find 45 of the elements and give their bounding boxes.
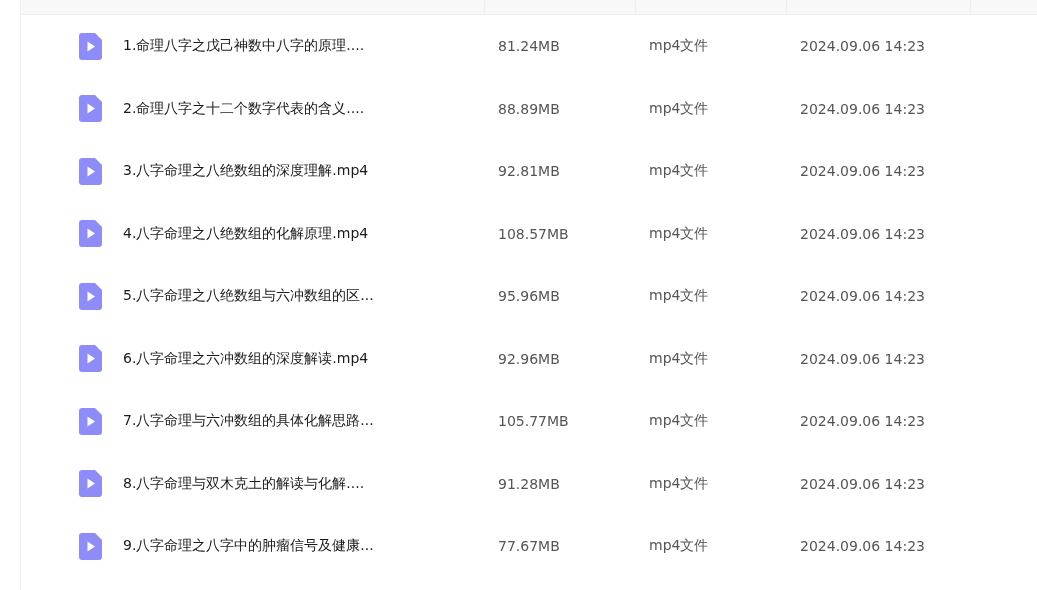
video-file-icon <box>79 157 102 185</box>
modified-date: 2024.09.06 14:23 <box>799 288 925 305</box>
file-size: 77.67MB <box>497 538 560 555</box>
file-name[interactable]: 2.命理八字之十二个数字代表的含义.... <box>123 99 365 118</box>
video-file-icon <box>79 282 102 310</box>
file-type: mp4文件 <box>648 37 709 56</box>
file-name[interactable]: 3.八字命理之八绝数组的深度理解.mp4 <box>123 162 369 181</box>
file-size: 81.24MB <box>497 38 560 55</box>
modified-date: 2024.09.06 14:23 <box>799 163 925 180</box>
file-type: mp4文件 <box>648 99 709 118</box>
modified-date: 2024.09.06 14:23 <box>799 475 925 492</box>
modified-date: 2024.09.06 14:23 <box>799 538 925 555</box>
modified-date: 2024.09.06 14:23 <box>799 38 925 55</box>
file-size: 92.81MB <box>497 163 560 180</box>
video-file-icon <box>79 345 102 373</box>
file-size: 95.96MB <box>497 288 560 305</box>
modified-date: 2024.09.06 14:23 <box>799 225 925 242</box>
file-size: 88.89MB <box>497 100 560 117</box>
file-type: mp4文件 <box>648 537 709 556</box>
file-size: 108.57MB <box>497 225 569 242</box>
file-type: mp4文件 <box>648 474 709 493</box>
video-file-icon <box>79 470 102 498</box>
file-name[interactable]: 7.八字命理与六冲数组的具体化解思路... <box>123 412 374 431</box>
file-type: mp4文件 <box>648 162 709 181</box>
file-type: mp4文件 <box>648 349 709 368</box>
file-size: 91.28MB <box>497 475 560 492</box>
file-type: mp4文件 <box>648 224 709 243</box>
file-size: 92.96MB <box>497 350 560 367</box>
file-name[interactable]: 5.八字命理之八绝数组与六冲数组的区... <box>123 287 374 306</box>
file-name[interactable]: 8.八字命理与双木克土的解读与化解.... <box>123 474 365 493</box>
modified-date: 2024.09.06 14:23 <box>799 413 925 430</box>
modified-date: 2024.09.06 14:23 <box>799 350 925 367</box>
file-name[interactable]: 4.八字命理之八绝数组的化解原理.mp4 <box>123 224 369 243</box>
video-file-icon <box>79 532 102 560</box>
file-name[interactable]: 1.命理八字之戊己神数中八字的原理.... <box>123 37 365 56</box>
file-name[interactable]: 9.八字命理之八字中的肿瘤信号及健康... <box>123 537 374 556</box>
file-type: mp4文件 <box>648 287 709 306</box>
video-file-icon <box>79 407 102 435</box>
file-name[interactable]: 6.八字命理之六冲数组的深度解读.mp4 <box>123 349 369 368</box>
file-type: mp4文件 <box>648 412 709 431</box>
video-file-icon <box>79 220 102 248</box>
file-size: 105.77MB <box>497 413 569 430</box>
video-file-icon <box>79 32 102 60</box>
modified-date: 2024.09.06 14:23 <box>799 100 925 117</box>
video-file-icon <box>79 95 102 123</box>
